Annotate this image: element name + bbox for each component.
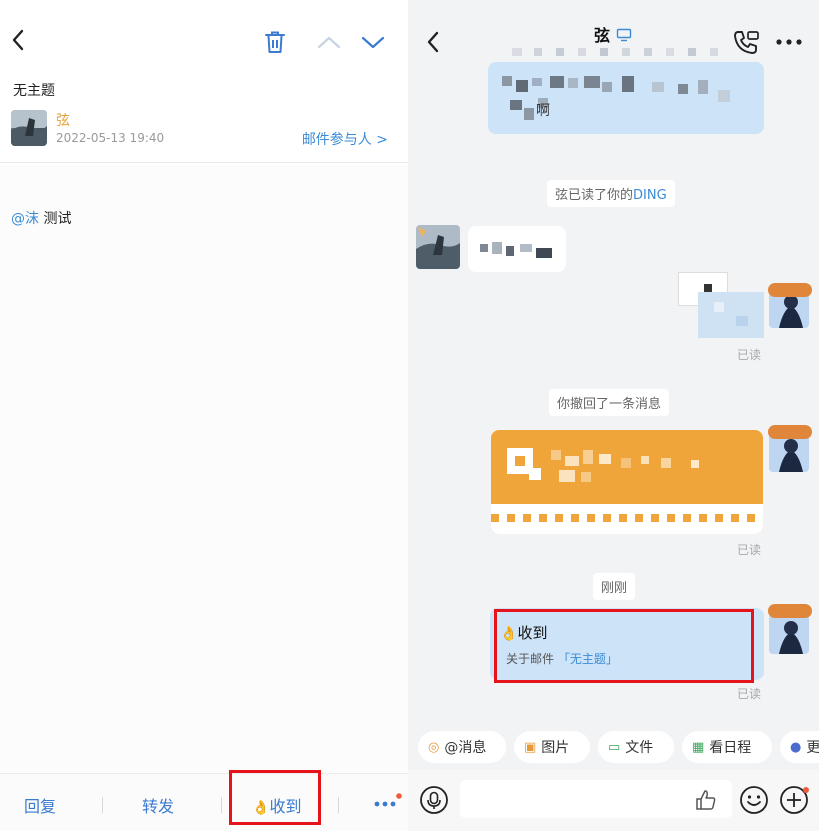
mail-participants-link[interactable]: 邮件参与人 >: [302, 129, 388, 149]
mail-body: [0, 165, 408, 773]
message-card[interactable]: [491, 430, 763, 534]
system-read-notice: 弦已读了你的DING: [547, 180, 675, 207]
mention-link[interactable]: @沫: [11, 211, 39, 227]
divider: [221, 797, 222, 813]
emoji-icon[interactable]: [738, 784, 770, 816]
badge-icon: [768, 604, 812, 618]
pixelated-content: [512, 46, 752, 60]
quick-action-file[interactable]: ▭ 文件: [598, 731, 674, 763]
quick-action-calendar[interactable]: ▦ 看日程: [682, 731, 772, 763]
quick-action-mention[interactable]: ◎ @消息: [418, 731, 506, 763]
image-icon: ▣: [524, 739, 537, 755]
divider: [102, 797, 103, 813]
reply-button[interactable]: 回复: [24, 793, 56, 817]
read-status: 已读: [737, 687, 762, 701]
read-status: 已读: [737, 348, 762, 362]
forward-button[interactable]: 转发: [142, 793, 174, 817]
chat-title: 弦: [594, 22, 632, 46]
more-icon: ●: [790, 739, 802, 755]
mail-body-text: @沫 测试: [11, 208, 71, 228]
voice-icon[interactable]: [418, 784, 450, 816]
quick-action-label: 看日程: [709, 740, 752, 756]
more-icon[interactable]: [372, 790, 402, 814]
quick-action-label: @消息: [444, 740, 487, 756]
divider: [338, 797, 339, 813]
header-divider: [0, 162, 408, 163]
back-icon[interactable]: [6, 26, 30, 54]
pixelated-content: [551, 448, 751, 488]
received-card-highlight-box: [494, 609, 754, 683]
chevron-up-icon[interactable]: [316, 30, 342, 54]
ding-label: DING: [633, 188, 667, 203]
mail-body-content: 测试: [43, 211, 72, 227]
card-footer: [491, 504, 763, 534]
message-bubble[interactable]: [468, 226, 566, 272]
read-notice-text: 弦已读了你的: [555, 188, 634, 203]
quick-action-more[interactable]: ● 更: [780, 731, 819, 763]
folder-icon: ▭: [608, 739, 621, 755]
pixelated-image[interactable]: [678, 272, 764, 338]
message-text: 啊: [536, 103, 550, 119]
chat-contact-name: 弦: [594, 26, 611, 45]
badge-icon: [768, 425, 812, 439]
quick-action-label: 更: [806, 740, 819, 756]
mail-detail-pane: 无主题 弦 2022-05-13 19:40 邮件参与人 > @沫 测试 回复 …: [0, 0, 408, 831]
sender-name[interactable]: 弦: [56, 110, 70, 130]
more-icon[interactable]: [774, 30, 804, 54]
received-highlight-box: [229, 770, 321, 825]
chevron-down-icon[interactable]: [360, 30, 386, 54]
calendar-icon: ▦: [692, 739, 705, 755]
mail-action-bar: 回复 转发 👌收到: [0, 773, 408, 831]
mail-date: 2022-05-13 19:40: [56, 131, 165, 145]
my-avatar[interactable]: [769, 614, 809, 654]
back-icon[interactable]: [422, 28, 444, 56]
pixelated-content: [480, 240, 556, 260]
contact-avatar[interactable]: [416, 225, 460, 269]
mail-subject: 无主题: [13, 83, 55, 99]
add-icon[interactable]: [778, 784, 812, 816]
badge-icon: [768, 283, 812, 297]
quick-action-image[interactable]: ▣ 图片: [514, 731, 590, 763]
trash-icon[interactable]: [262, 28, 288, 56]
card-logo-icon: [505, 446, 543, 484]
message-bubble[interactable]: 啊: [488, 62, 764, 134]
chat-pane: 弦 啊 弦已读了你的DING 已读 你撤回了一条消息 已读 刚刚 👌收到 关于邮…: [408, 0, 819, 831]
quick-action-label: 图片: [541, 740, 570, 756]
mail-top-bar: [0, 0, 408, 70]
quick-action-label: 文件: [625, 740, 654, 756]
thumbs-up-icon[interactable]: [692, 786, 720, 814]
sender-avatar[interactable]: [11, 110, 47, 146]
read-status: 已读: [737, 543, 762, 557]
timestamp: 刚刚: [593, 573, 636, 600]
desktop-online-icon: [616, 27, 632, 46]
at-icon: ◎: [428, 739, 440, 755]
recalled-notice: 你撤回了一条消息: [549, 389, 670, 416]
